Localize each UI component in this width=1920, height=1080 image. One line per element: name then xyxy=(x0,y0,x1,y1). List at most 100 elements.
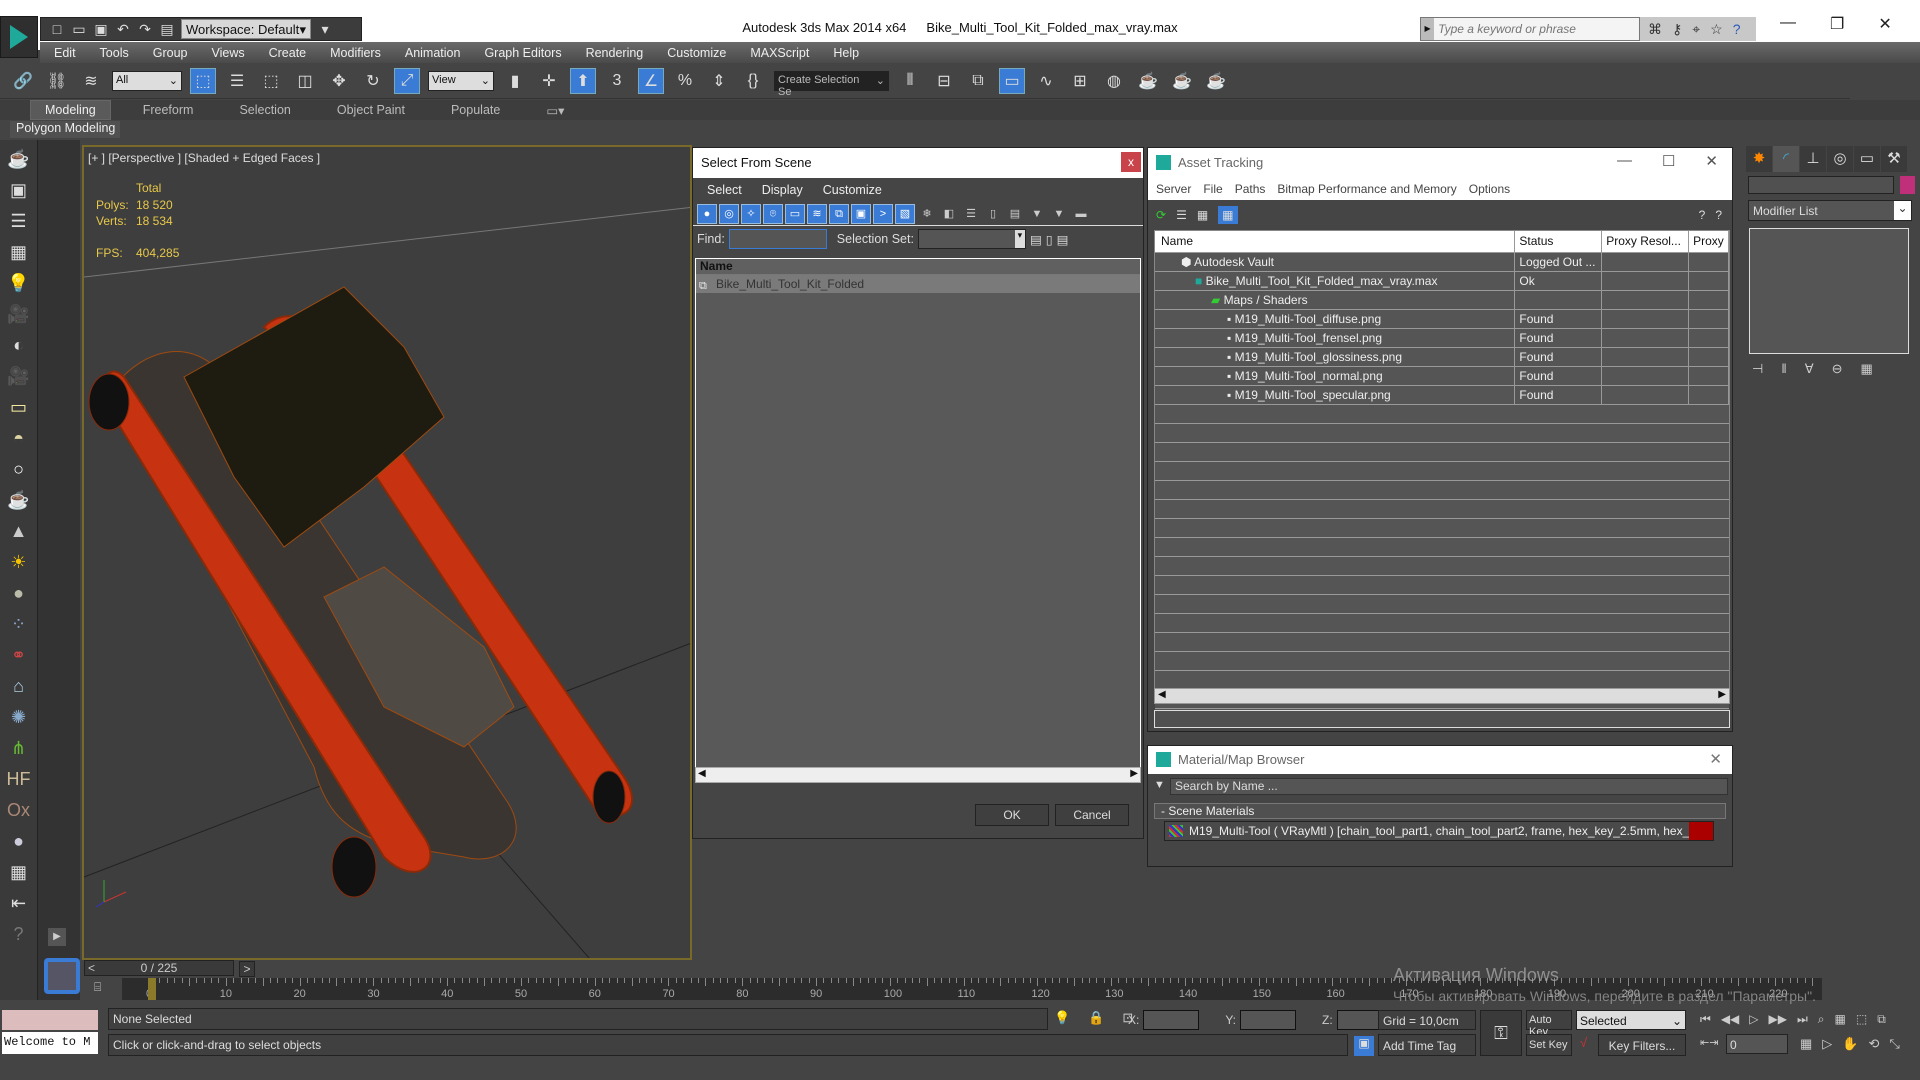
display-tab-icon[interactable]: ▭ xyxy=(1854,146,1880,172)
cancel-button[interactable]: Cancel xyxy=(1055,804,1129,826)
sun-icon[interactable]: ☀ xyxy=(7,550,31,574)
rotate-icon[interactable]: ↻ xyxy=(360,68,386,94)
molecule-icon[interactable]: ⚭ xyxy=(7,643,31,667)
ornatrix-icon[interactable]: Ox xyxy=(7,798,31,822)
xrefs-filter-icon[interactable]: ▣ xyxy=(851,203,871,224)
key-curve-icon[interactable]: √ xyxy=(1580,1035,1587,1050)
helpers-filter-icon[interactable]: ▭ xyxy=(785,203,805,224)
current-frame-marker[interactable] xyxy=(148,978,156,1000)
minimize-button[interactable]: — xyxy=(1780,14,1796,34)
close-button[interactable]: ✕ xyxy=(1878,14,1891,34)
ies-light-icon[interactable]: ● xyxy=(7,581,31,605)
select-object-icon[interactable]: ⬚ xyxy=(190,67,216,94)
filter-selected-icon[interactable]: ▼ xyxy=(1049,204,1069,224)
next-key-icon[interactable]: ▶▶ xyxy=(1769,1012,1787,1027)
filter-icon[interactable]: ▼ xyxy=(1027,204,1047,224)
hidden-filter-icon[interactable]: ◧ xyxy=(939,204,959,224)
play-icon[interactable]: ▷ xyxy=(1749,1012,1758,1027)
window-title-bar[interactable]: Asset Tracking — ☐ ✕ xyxy=(1148,148,1732,178)
configure-sets-icon[interactable]: ▦ xyxy=(1861,361,1873,377)
field-of-view-icon[interactable]: ▷ xyxy=(1822,1036,1832,1052)
link-icon[interactable]: 🔗 xyxy=(10,68,36,94)
rendered-frame-window-icon[interactable]: ☕ xyxy=(1169,68,1195,94)
containers-filter-icon[interactable]: ▧ xyxy=(895,203,915,224)
x-coordinate-field[interactable] xyxy=(1143,1010,1200,1030)
ribbon-tab-freeform[interactable]: Freeform xyxy=(129,101,208,119)
dome-light-icon[interactable]: ◓ xyxy=(7,426,31,450)
find-input[interactable] xyxy=(728,229,827,249)
menu-edit[interactable]: Edit xyxy=(54,46,76,60)
angle-snap-icon[interactable]: ∠ xyxy=(638,67,664,94)
next-frame-icon[interactable]: > xyxy=(239,961,255,977)
go-to-start-icon[interactable]: ⏮ xyxy=(1700,1012,1711,1027)
object-color-swatch[interactable] xyxy=(1900,176,1915,194)
object-name-field[interactable] xyxy=(1748,176,1894,194)
star-icon[interactable]: ☆ xyxy=(1710,21,1723,38)
spinner-snap-icon[interactable]: ⇕ xyxy=(706,68,732,94)
add-time-tag-button[interactable]: Add Time Tag xyxy=(1378,1034,1476,1056)
render-setup-icon[interactable]: ☰ xyxy=(7,209,31,233)
current-frame-field[interactable]: 0 xyxy=(1726,1034,1788,1054)
ribbon-options-icon[interactable]: ▭▾ xyxy=(532,101,578,120)
table-row[interactable]: ▪ M19_Multi-Tool_frensel.png Found xyxy=(1155,329,1729,348)
display-all-icon[interactable]: ☰ xyxy=(961,204,981,224)
menu-customize[interactable]: Customize xyxy=(667,46,726,60)
frozen-filter-icon[interactable]: ❄ xyxy=(917,204,937,224)
environment-icon[interactable]: ▦ xyxy=(7,240,31,264)
menu-file[interactable]: File xyxy=(1203,182,1222,196)
menu-server[interactable]: Server xyxy=(1156,182,1191,196)
menu-bitmap-performance[interactable]: Bitmap Performance and Memory xyxy=(1277,182,1456,196)
material-editor-icon[interactable]: ◍ xyxy=(1101,68,1127,94)
table-row[interactable]: ⬢ Autodesk Vault Logged Out ... xyxy=(1155,253,1729,272)
menu-display[interactable]: Display xyxy=(762,183,803,197)
percent-snap-icon[interactable]: % xyxy=(672,68,698,94)
shapes-filter-icon[interactable]: ◎ xyxy=(719,203,739,224)
ok-button[interactable]: OK xyxy=(975,804,1049,826)
particles-icon[interactable]: ⁘ xyxy=(7,612,31,636)
camera-icon[interactable]: 🎥 xyxy=(7,302,31,326)
expand-panel-icon[interactable]: ▶ xyxy=(48,928,66,946)
modifier-stack[interactable] xyxy=(1749,228,1909,354)
menu-options[interactable]: Options xyxy=(1469,182,1510,196)
display-none-icon[interactable]: ▯ xyxy=(983,204,1003,224)
invert-display-icon[interactable]: ▤ xyxy=(1005,204,1025,224)
zoom-all-icon[interactable]: ▦ xyxy=(1835,1012,1846,1027)
y-coordinate-field[interactable] xyxy=(1240,1010,1297,1030)
light-lister-icon[interactable]: 💡 xyxy=(7,271,31,295)
motion-tab-icon[interactable]: ◎ xyxy=(1827,146,1853,172)
menu-rendering[interactable]: Rendering xyxy=(586,46,644,60)
hierarchy-tab-icon[interactable]: ⊥ xyxy=(1800,146,1826,172)
render-setup-icon[interactable]: ☕ xyxy=(1135,68,1161,94)
mini-viewport-icon[interactable] xyxy=(44,958,80,994)
maxscript-output[interactable]: Welcome to M xyxy=(2,1032,98,1054)
isolate-selection-icon[interactable]: 💡 xyxy=(1054,1010,1070,1026)
schematic-view-icon[interactable]: ⊞ xyxy=(1067,68,1093,94)
material-sphere-icon[interactable]: ● xyxy=(7,829,31,853)
edit-named-selection-icon[interactable]: {} xyxy=(740,68,766,94)
select-by-name-icon[interactable]: ☰ xyxy=(224,68,250,94)
column-name[interactable]: Name xyxy=(1155,231,1516,252)
modify-tab-icon[interactable]: ◜ xyxy=(1773,146,1799,172)
minimize-button[interactable]: — xyxy=(1617,152,1632,170)
ribbon-tab-selection[interactable]: Selection xyxy=(225,101,304,119)
align-icon[interactable]: ⊟ xyxy=(931,68,957,94)
scene-explorer-icon[interactable]: ▭ xyxy=(999,67,1025,94)
close-button[interactable]: ✕ xyxy=(1705,152,1718,170)
modifier-list-dropdown[interactable]: Modifier List ⌄ xyxy=(1748,200,1912,221)
menu-tools[interactable]: Tools xyxy=(100,46,129,60)
time-tag-icon[interactable]: ▣ xyxy=(1354,1036,1374,1056)
menu-customize[interactable]: Customize xyxy=(823,183,882,197)
column-proxy[interactable]: Proxy xyxy=(1689,231,1730,252)
table-row[interactable]: ▪ M19_Multi-Tool_specular.png Found xyxy=(1155,386,1729,405)
camera-red-icon[interactable]: 🎥 xyxy=(7,364,31,388)
zoom-extents-all-icon[interactable]: ⧉ xyxy=(1877,1012,1886,1027)
ribbon-tab-modeling[interactable]: Modeling xyxy=(30,100,111,120)
select-manipulate-icon[interactable]: ✛ xyxy=(536,68,562,94)
menu-help[interactable]: Help xyxy=(833,46,859,60)
pan-icon[interactable]: ✋ xyxy=(1842,1036,1858,1052)
material-item[interactable]: M19_Multi-Tool ( VRayMtl ) [chain_tool_p… xyxy=(1164,821,1714,841)
plane-light-icon[interactable]: ▭ xyxy=(7,395,31,419)
dialog-title-bar[interactable]: Select From Scene x xyxy=(693,148,1143,178)
ribbon-tab-populate[interactable]: Populate xyxy=(437,101,514,119)
options-menu-icon[interactable]: ▼ xyxy=(1154,779,1165,791)
